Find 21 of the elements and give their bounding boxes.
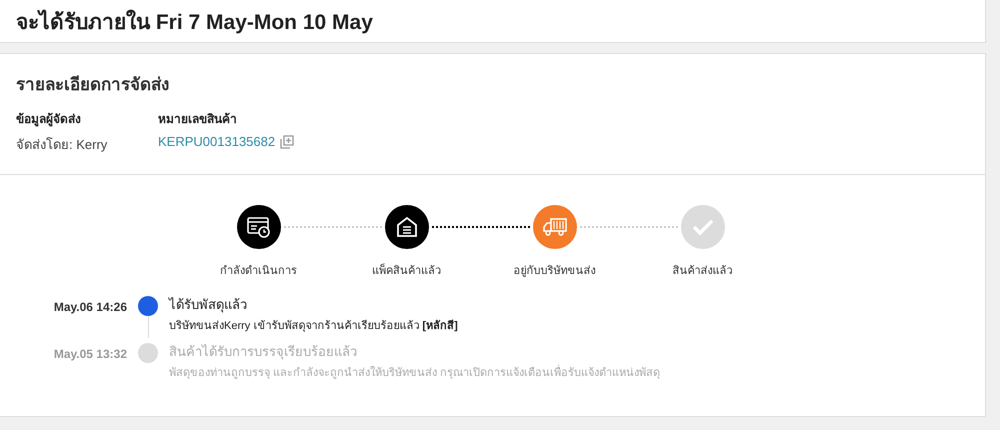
carrier-label: ข้อมูลผู้จัดส่ง — [16, 111, 82, 128]
check-icon — [692, 218, 714, 236]
copy-icon[interactable] — [280, 134, 294, 148]
step-label: อยู่กับบริษัทขนส่ง — [514, 264, 596, 279]
event-detail: บริษัทขนส่งKerry เข้ารับพัสดุจากร้านค้าเรียบร้อยแล้ว [หลักสี] — [169, 318, 458, 334]
event-title: สินค้าได้รับการบรรจุเรียบร้อยแล้ว — [169, 343, 358, 362]
step-label: แพ็คสินค้าแล้ว — [372, 262, 441, 279]
carrier-value: จัดส่งโดย: Kerry — [16, 136, 108, 154]
delivery-estimate-title: จะได้รับภายใน Fri 7 May-Mon 10 May — [16, 8, 373, 36]
step-label: สินค้าส่งแล้ว — [672, 264, 732, 279]
tracking-number[interactable]: KERPU0013135682 — [158, 134, 276, 149]
tracking-label: หมายเลขสินค้า — [158, 111, 238, 128]
warehouse-icon — [396, 216, 418, 238]
event-title: ได้รับพัสดุแล้ว — [169, 296, 248, 314]
truck-icon — [542, 217, 568, 237]
step-label: กำลังดำเนินการ — [220, 264, 297, 279]
shipping-details-title: รายละเอียดการจัดส่ง — [16, 74, 170, 96]
event-detail: พัสดุของท่านถูกบรรจุ และกำลังจะถูกนำส่งให้บริษัทขนส่ง กรุณาเปิดการแจ้งเตือนเพื่อรับแจ้งตำแหน่งพัสดุ — [169, 363, 660, 381]
event-time: May.06 14:26 — [52, 299, 127, 316]
calendar-clock-icon — [246, 216, 270, 238]
event-time: May.05 13:32 — [52, 346, 127, 363]
